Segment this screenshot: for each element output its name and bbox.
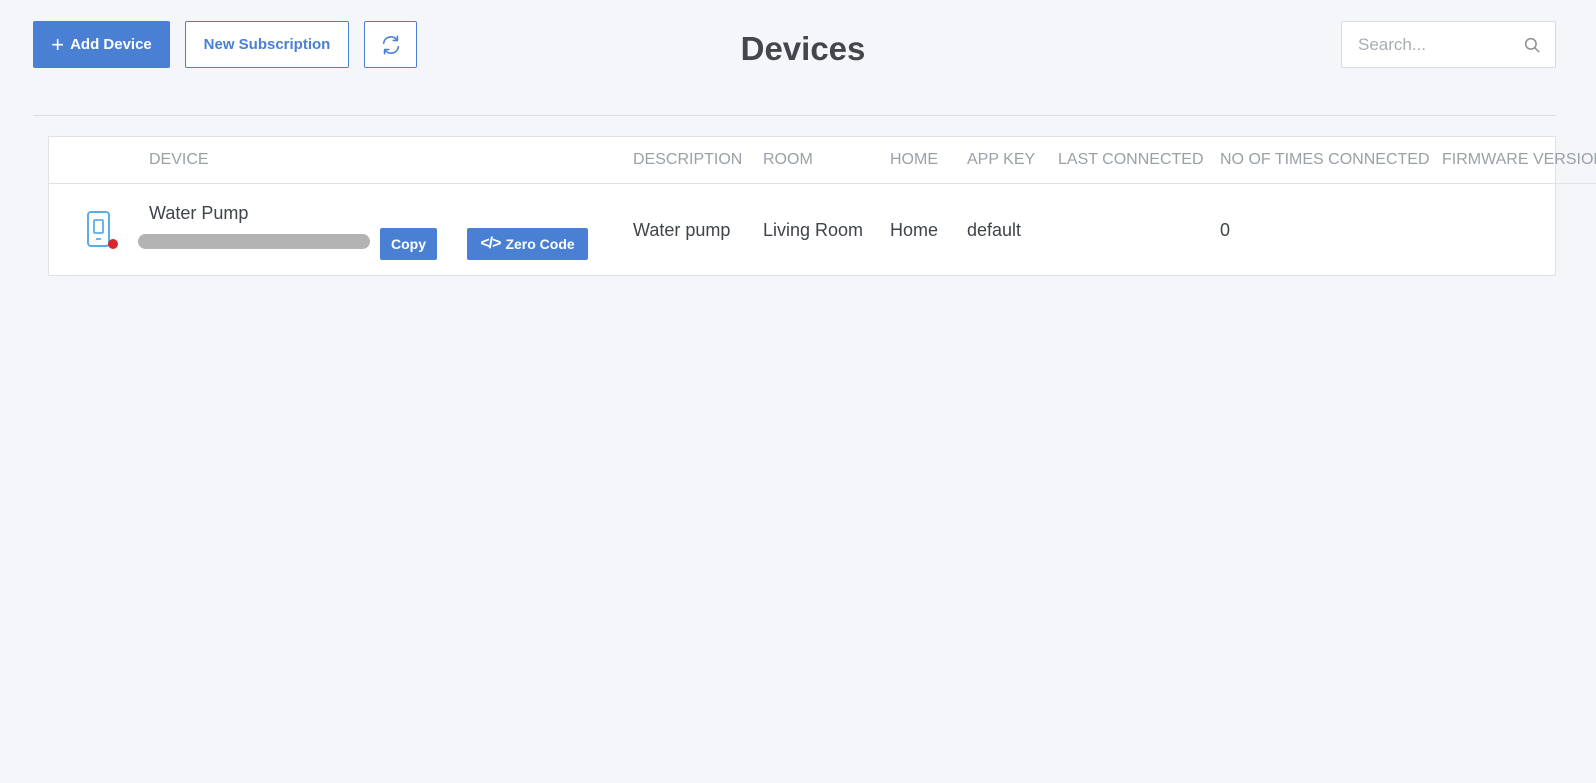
column-header-home[interactable]: HOME <box>890 151 938 169</box>
zero-code-label: Zero Code <box>505 236 575 252</box>
search-icon[interactable] <box>1523 36 1541 54</box>
header-divider <box>33 115 1556 116</box>
table-header-divider <box>48 183 1596 184</box>
phone-device-icon <box>87 211 118 249</box>
device-app-key: default <box>967 220 1022 240</box>
column-header-last-connected[interactable]: LAST CONNECTED <box>1058 151 1204 169</box>
offline-status-dot <box>108 239 118 249</box>
column-header-room[interactable]: ROOM <box>763 151 813 169</box>
column-header-app-key[interactable]: APP KEY <box>967 151 1035 169</box>
devices-page: + Add Device New Subscription Devices DE… <box>0 0 1596 783</box>
copy-label: Copy <box>391 236 426 252</box>
code-icon: </> <box>480 235 501 252</box>
device-home: Home <box>890 220 939 240</box>
copy-button[interactable]: Copy <box>380 228 437 260</box>
redacted-device-id <box>138 234 370 249</box>
column-header-device[interactable]: DEVICE <box>149 151 209 169</box>
column-header-times-connected[interactable]: NO OF TIMES CONNECTED <box>1220 151 1430 169</box>
zero-code-button[interactable]: </> Zero Code <box>467 228 588 260</box>
device-room: Living Room <box>763 220 864 240</box>
column-header-description[interactable]: DESCRIPTION <box>633 151 742 169</box>
device-times-connected: 0 <box>1220 220 1231 240</box>
search-box <box>1341 21 1556 68</box>
search-input[interactable] <box>1343 23 1528 66</box>
device-name[interactable]: Water Pump <box>149 203 248 224</box>
device-description: Water pump <box>633 220 731 240</box>
column-header-firmware-version[interactable]: FIRMWARE VERSION <box>1442 151 1596 169</box>
